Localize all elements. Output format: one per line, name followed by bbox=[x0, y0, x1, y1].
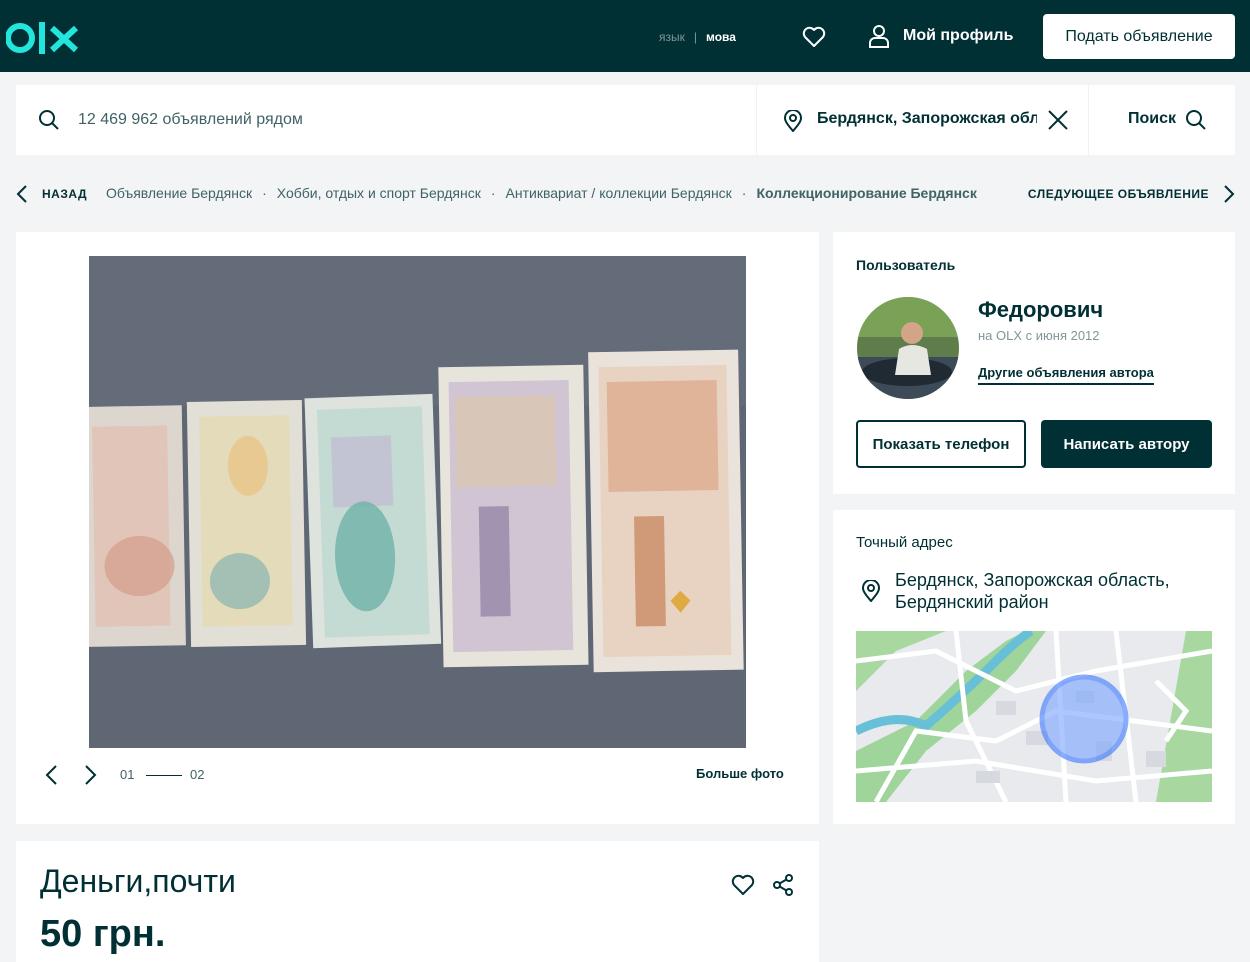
heart-icon[interactable] bbox=[802, 26, 826, 48]
close-icon[interactable] bbox=[1046, 108, 1070, 132]
seller-section-label: Пользователь bbox=[856, 257, 956, 273]
gallery-progress-line bbox=[146, 775, 182, 776]
address-card: Точный адрес Бердянск, Запорожская облас… bbox=[833, 510, 1235, 824]
back-link[interactable]: НАЗАД bbox=[16, 184, 87, 204]
gallery-total-count: 02 bbox=[190, 767, 205, 782]
location-area: Бердянск, Запорожская область bbox=[757, 85, 1089, 155]
breadcrumb-separator: · bbox=[490, 185, 496, 201]
seller-member-since: на OLX с июня 2012 bbox=[978, 328, 1100, 343]
language-switcher: язык | мова bbox=[659, 30, 736, 44]
search-query-area bbox=[16, 85, 757, 155]
breadcrumb-trail: Объявление Бердянск · Хобби, отдых и спо… bbox=[106, 185, 977, 201]
breadcrumb: НАЗАД Объявление Бердянск · Хобби, отдых… bbox=[16, 180, 1235, 208]
address-section-label: Точный адрес bbox=[856, 534, 953, 551]
address-text: Бердянск, Запорожская область, Бердянски… bbox=[895, 570, 1170, 612]
user-icon[interactable] bbox=[868, 24, 890, 48]
bigger-photos-link[interactable]: Больше фото bbox=[696, 766, 784, 781]
listing-price: 50 грн. bbox=[40, 913, 166, 955]
next-ad-label: СЛЕДУЮЩЕЕ ОБЪЯВЛЕНИЕ bbox=[1027, 187, 1209, 201]
location-map[interactable] bbox=[856, 631, 1212, 802]
gallery-current-index: 01 bbox=[120, 767, 135, 782]
breadcrumb-separator: · bbox=[741, 185, 747, 201]
search-input[interactable] bbox=[78, 105, 728, 135]
breadcrumb-item[interactable]: Объявление Бердянск bbox=[106, 185, 252, 201]
write-author-button[interactable]: Написать автору bbox=[1041, 420, 1212, 468]
top-header: язык | мова Мой профиль Подать объявление bbox=[0, 0, 1250, 72]
banknotes-image bbox=[89, 256, 746, 748]
share-icon[interactable] bbox=[772, 874, 794, 896]
lang-separator: | bbox=[693, 30, 697, 44]
location-pin-icon bbox=[783, 110, 803, 132]
seller-card: Пользователь Федорович на OLX с июня 201… bbox=[833, 232, 1235, 494]
search-button[interactable]: Поиск bbox=[1089, 85, 1235, 155]
seller-name: Федорович bbox=[978, 297, 1104, 322]
breadcrumb-item-current[interactable]: Коллекционирование Бердянск bbox=[756, 185, 976, 201]
heart-icon[interactable] bbox=[731, 874, 755, 896]
gallery-prev-button[interactable] bbox=[44, 764, 60, 786]
listing-title-card: Деньги,почти 50 грн. bbox=[16, 841, 819, 962]
photo-gallery: 01 02 Больше фото bbox=[16, 232, 819, 824]
chevron-left-icon bbox=[16, 185, 27, 203]
lang-ua-link[interactable]: мова bbox=[706, 30, 736, 44]
listing-title: Деньги,почти bbox=[40, 863, 236, 899]
next-ad-link[interactable]: СЛЕДУЮЩЕЕ ОБЪЯВЛЕНИЕ bbox=[1028, 184, 1235, 204]
back-label: НАЗАД bbox=[42, 187, 88, 201]
avatar[interactable] bbox=[857, 297, 959, 399]
gallery-next-button[interactable] bbox=[82, 764, 98, 786]
other-ads-link[interactable]: Другие объявления автора bbox=[978, 365, 1154, 385]
my-profile-link[interactable]: Мой профиль bbox=[903, 27, 1013, 45]
post-ad-button[interactable]: Подать объявление bbox=[1043, 14, 1235, 59]
search-button-label: Поиск bbox=[1128, 110, 1177, 127]
listing-photo[interactable] bbox=[89, 256, 746, 748]
lang-ru-link[interactable]: язык bbox=[659, 30, 685, 44]
olx-logo[interactable] bbox=[6, 18, 80, 58]
show-phone-button[interactable]: Показать телефон bbox=[856, 420, 1026, 468]
search-bar: Бердянск, Запорожская область Поиск bbox=[16, 85, 1235, 155]
chevron-right-icon bbox=[1224, 185, 1235, 203]
location-input[interactable]: Бердянск, Запорожская область bbox=[817, 110, 1037, 128]
breadcrumb-item[interactable]: Антиквариат / коллекции Бердянск bbox=[506, 185, 732, 201]
breadcrumb-separator: · bbox=[262, 185, 267, 201]
location-pin-icon bbox=[861, 580, 881, 602]
search-icon bbox=[39, 110, 59, 130]
search-icon bbox=[1186, 110, 1206, 130]
breadcrumb-item[interactable]: Хобби, отдых и спорт Бердянск bbox=[277, 185, 481, 201]
